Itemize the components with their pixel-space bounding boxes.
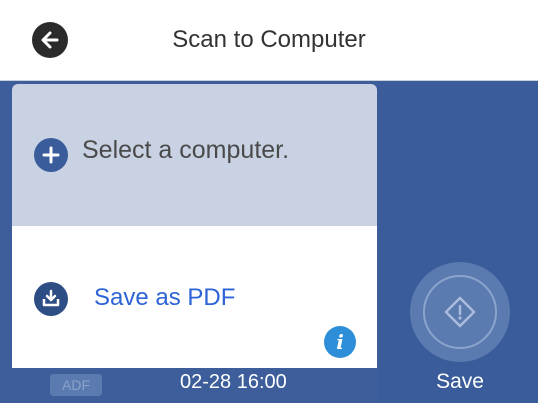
- adf-indicator: ADF: [50, 374, 102, 396]
- header-bar: Scan to Computer: [0, 0, 538, 81]
- back-button[interactable]: [32, 22, 68, 58]
- start-diamond-icon: [444, 296, 476, 328]
- start-ring: [423, 275, 497, 349]
- save-as-pdf-label: Save as PDF: [94, 284, 236, 311]
- start-button-label: Save: [436, 370, 484, 393]
- select-computer-label: Select a computer.: [82, 136, 290, 164]
- info-icon[interactable]: i: [324, 326, 356, 358]
- save-as-pdf-option[interactable]: Save as PDF i: [12, 226, 377, 368]
- start-button[interactable]: [410, 262, 510, 362]
- date-time: 02-28 16:00: [180, 371, 287, 393]
- printer-screen: Scan to Computer Select a computer. Save…: [0, 0, 538, 403]
- save-tray-icon: [34, 282, 68, 316]
- back-arrow-icon: [41, 31, 59, 49]
- select-computer-option[interactable]: Select a computer.: [12, 84, 377, 226]
- page-title: Scan to Computer: [172, 26, 366, 53]
- plus-icon: [34, 138, 68, 172]
